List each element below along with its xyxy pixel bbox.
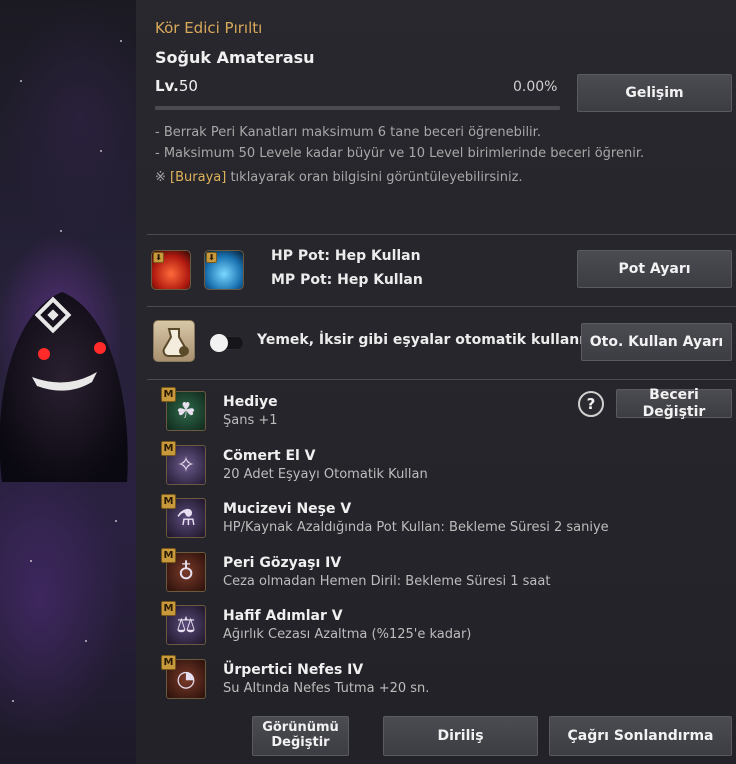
note-mark: ※ xyxy=(155,170,166,185)
skill-name: Cömert El V xyxy=(223,448,316,464)
download-badge-icon: ⬇ xyxy=(206,252,217,263)
hp-pot-setting: HP Pot: Hep Kullan xyxy=(271,248,421,264)
pet-portrait xyxy=(0,0,136,764)
skill-name: Hafif Adımlar V xyxy=(223,608,343,624)
skill-description: Ceza olmadan Hemen Diril: Bekleme Süresi… xyxy=(223,574,551,589)
exp-percent: 0.00% xyxy=(513,79,558,95)
exp-bar xyxy=(155,106,560,110)
auto-use-toggle[interactable] xyxy=(210,334,244,352)
pet-level: Lv.50 xyxy=(155,77,198,95)
skill-name: Hediye xyxy=(223,394,278,410)
pet-name: Soğuk Amaterasu xyxy=(155,48,315,67)
mastery-badge-icon: M xyxy=(161,494,176,509)
note-text: tıklayarak oran bilgisini görüntüleyebil… xyxy=(226,170,523,185)
mastery-badge-icon: M xyxy=(161,655,176,670)
skill-name: Peri Gözyaşı IV xyxy=(223,555,342,571)
divider xyxy=(147,306,736,307)
skill-description: HP/Kaynak Azaldığında Pot Kullan: Beklem… xyxy=(223,520,609,535)
skill-description: Şans +1 xyxy=(223,413,278,428)
hp-potion-icon: ⬇ xyxy=(151,250,191,290)
rate-info-note: ※ [Buraya] tıklayarak oran bilgisini gör… xyxy=(155,170,523,185)
auto-use-flask-icon xyxy=(153,320,195,362)
help-icon[interactable]: ? xyxy=(578,391,604,417)
toggle-knob xyxy=(210,334,228,352)
level-prefix: Lv. xyxy=(155,77,179,95)
skill-description: 20 Adet Eşyayı Otomatik Kullan xyxy=(223,467,428,482)
pot-settings-button[interactable]: Pot Ayarı xyxy=(577,250,732,288)
info-line-level: - Maksimum 50 Levele kadar büyür ve 10 L… xyxy=(155,146,645,161)
change-skill-button[interactable]: Beceri Değiştir xyxy=(616,387,732,420)
mp-potion-icon: ⬇ xyxy=(204,250,244,290)
divider xyxy=(147,234,736,235)
info-line-skills: - Berrak Peri Kanatları maksimum 6 tane … xyxy=(155,125,541,140)
mastery-badge-icon: M xyxy=(161,441,176,456)
level-value: 50 xyxy=(178,77,198,95)
skill-name: Mucizevi Neşe V xyxy=(223,501,352,517)
mastery-badge-icon: M xyxy=(161,601,176,616)
pet-info-panel xyxy=(136,0,736,764)
divider xyxy=(147,379,736,380)
skill-name: Ürpertici Nefes IV xyxy=(223,662,364,678)
end-summon-button[interactable]: Çağrı Sonlandırma xyxy=(549,716,732,756)
skill-description: Ağırlık Cezası Azaltma (%125'e kadar) xyxy=(223,627,472,642)
skill-description: Su Altında Nefes Tutma +20 sn. xyxy=(223,681,430,696)
mastery-badge-icon: M xyxy=(161,548,176,563)
growth-button[interactable]: Gelişim xyxy=(577,74,732,112)
revive-button[interactable]: Diriliş xyxy=(383,716,538,756)
pet-title: Kör Edici Pırıltı xyxy=(155,19,263,37)
pet-spirit-image xyxy=(0,292,128,482)
download-badge-icon: ⬇ xyxy=(153,252,164,263)
rate-info-link[interactable]: [Buraya] xyxy=(170,170,226,185)
mastery-badge-icon: M xyxy=(161,387,176,402)
auto-use-label: Yemek, İksir gibi eşyalar otomatik kulla… xyxy=(257,332,604,348)
mp-pot-setting: MP Pot: Hep Kullan xyxy=(271,272,423,288)
auto-use-settings-button[interactable]: Oto. Kullan Ayarı xyxy=(581,323,732,361)
change-appearance-button[interactable]: Görünümü Değiştir xyxy=(252,716,349,756)
